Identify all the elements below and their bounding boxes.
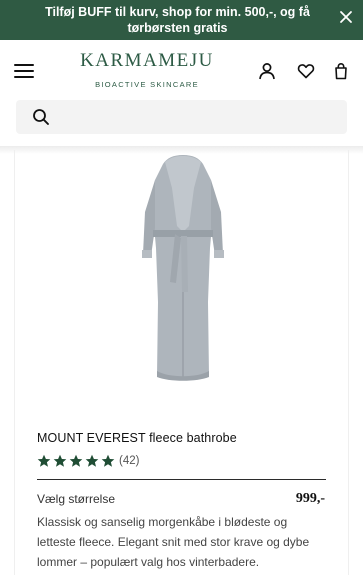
site-header: KARMAMEJU BIOACTIVE SKINCARE bbox=[0, 40, 363, 104]
star-icon bbox=[37, 454, 51, 467]
logo-text: KARMAMEJU bbox=[80, 50, 214, 71]
product-image[interactable] bbox=[139, 152, 227, 384]
user-icon[interactable] bbox=[258, 62, 276, 80]
product-description: Klassisk og sanselig morgenkåbe i blødes… bbox=[37, 515, 310, 569]
menu-icon[interactable] bbox=[14, 63, 34, 79]
star-icon bbox=[53, 454, 67, 467]
promo-text: Tilføj BUFF til kurv, shop for min. 500,… bbox=[45, 5, 310, 35]
star-icon bbox=[69, 454, 83, 467]
product-card[interactable]: MOUNT EVEREST fleece bathrobe (42) Vælg … bbox=[14, 150, 349, 575]
divider bbox=[37, 479, 326, 480]
star-icon bbox=[85, 454, 99, 467]
price: 999,- bbox=[295, 491, 325, 506]
heart-icon[interactable] bbox=[297, 62, 315, 80]
close-icon[interactable] bbox=[339, 10, 353, 24]
promo-banner: Tilføj BUFF til kurv, shop for min. 500,… bbox=[0, 0, 363, 40]
search-input[interactable] bbox=[16, 100, 347, 134]
logo-tagline: BIOACTIVE SKINCARE bbox=[95, 80, 199, 89]
bag-icon[interactable] bbox=[332, 62, 350, 80]
star-icon bbox=[101, 454, 115, 467]
rating[interactable]: (42) bbox=[37, 453, 139, 469]
product-title[interactable]: MOUNT EVEREST fleece bathrobe bbox=[37, 431, 237, 445]
search-icon[interactable] bbox=[32, 108, 50, 126]
logo[interactable]: KARMAMEJU BIOACTIVE SKINCARE bbox=[80, 50, 214, 89]
size-selector[interactable]: Vælg størrelse bbox=[37, 492, 115, 506]
rating-count: (42) bbox=[119, 455, 140, 467]
